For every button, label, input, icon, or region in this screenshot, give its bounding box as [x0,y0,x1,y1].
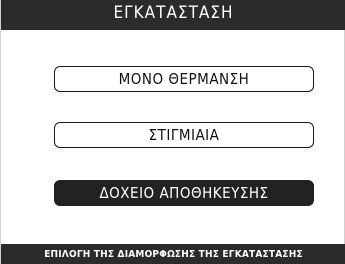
screen-title: ΕΓΚΑΤΑΣΤΑΣΗ [113,3,234,23]
installation-screen: ΕΓΚΑΤΑΣΤΑΣΗ ΜΟΝΟ ΘΕΡΜΑΝΣΗ ΣΤΙΓΜΙΑΙΑ ΔΟΧΕ… [0,0,345,264]
title-bar: ΕΓΚΑΤΑΣΤΑΣΗ [1,0,345,30]
option-storage-tank-selected[interactable]: ΔΟΧΕΙΟ ΑΠΟΘΗΚΕΥΣΗΣ [54,180,314,206]
option-heating-only[interactable]: ΜΟΝΟ ΘΕΡΜΑΝΣΗ [54,66,314,92]
option-instant[interactable]: ΣΤΙΓΜΙΑΙΑ [54,122,314,148]
option-label: ΔΟΧΕΙΟ ΑΠΟΘΗΚΕΥΣΗΣ [99,184,269,202]
hint-text: ΕΠΙΛΟΓΗ ΤΗΣ ΔΙΑΜΟΡΦΩΣΗΣ ΤΗΣ ΕΓΚΑΤΑΣΤΑΣΗΣ [44,248,303,260]
status-hint-bar: ΕΠΙΛΟΓΗ ΤΗΣ ΔΙΑΜΟΡΦΩΣΗΣ ΤΗΣ ΕΓΚΑΤΑΣΤΑΣΗΣ [1,244,345,264]
option-label: ΜΟΝΟ ΘΕΡΜΑΝΣΗ [118,70,250,88]
option-label: ΣΤΙΓΜΙΑΙΑ [148,126,220,144]
